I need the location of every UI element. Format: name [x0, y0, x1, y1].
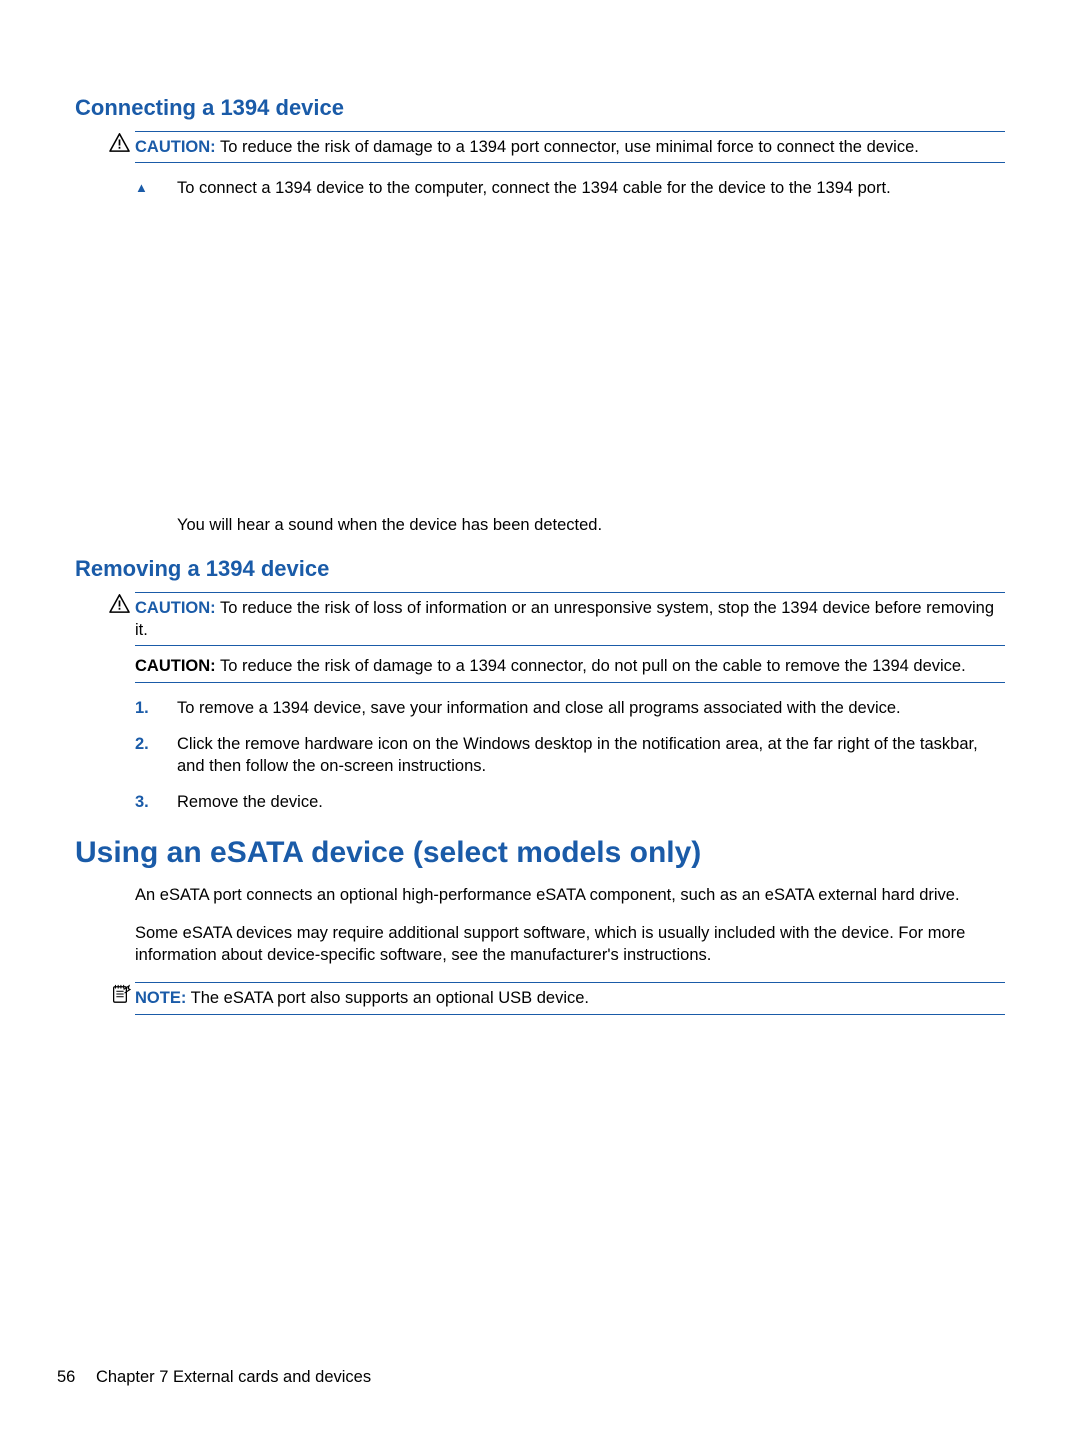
note-label: NOTE:	[135, 989, 186, 1007]
caution-text-body: To reduce the risk of loss of informatio…	[135, 599, 994, 639]
step-text: Click the remove hardware icon on the Wi…	[177, 733, 1005, 778]
caution-label: CAUTION:	[135, 657, 216, 675]
procedure-step: 3. Remove the device.	[135, 791, 1005, 813]
image-placeholder	[75, 214, 1005, 514]
page-footer: 56 Chapter 7 External cards and devices	[57, 1368, 371, 1387]
caution-text-body: To reduce the risk of damage to a 1394 c…	[220, 657, 966, 675]
heading-connecting-1394: Connecting a 1394 device	[75, 95, 1005, 121]
note-icon	[109, 984, 131, 1006]
caution-callout: CAUTION: To reduce the risk of damage to…	[135, 645, 1005, 682]
caution-label: CAUTION:	[135, 138, 216, 156]
caution-icon	[109, 133, 131, 155]
caution-label: CAUTION:	[135, 599, 216, 617]
post-image-text: You will hear a sound when the device ha…	[177, 514, 1005, 536]
step-text: To remove a 1394 device, save your infor…	[177, 697, 1005, 719]
heading-removing-1394: Removing a 1394 device	[75, 556, 1005, 582]
body-paragraph: Some eSATA devices may require additiona…	[135, 922, 1005, 967]
procedure-list: ▲ To connect a 1394 device to the comput…	[135, 177, 1005, 199]
procedure-ordered-list: 1. To remove a 1394 device, save your in…	[135, 697, 1005, 814]
step-number: 1.	[135, 697, 177, 719]
caution-text-body: To reduce the risk of damage to a 1394 p…	[220, 138, 919, 156]
heading-using-esata: Using an eSATA device (select models onl…	[75, 836, 1005, 870]
note-callout: NOTE: The eSATA port also supports an op…	[135, 982, 1005, 1014]
step-text: Remove the device.	[177, 791, 1005, 813]
step-number: 3.	[135, 791, 177, 813]
procedure-step: ▲ To connect a 1394 device to the comput…	[135, 177, 1005, 199]
triangle-bullet-icon: ▲	[135, 177, 177, 199]
procedure-step: 2. Click the remove hardware icon on the…	[135, 733, 1005, 778]
caution-callout: CAUTION: To reduce the risk of loss of i…	[135, 592, 1005, 647]
note-text-body: The eSATA port also supports an optional…	[191, 989, 589, 1007]
caution-icon	[109, 594, 131, 616]
step-number: 2.	[135, 733, 177, 778]
caution-callout: CAUTION: To reduce the risk of damage to…	[135, 131, 1005, 163]
page-number: 56	[57, 1368, 75, 1386]
procedure-step-text: To connect a 1394 device to the computer…	[177, 177, 1005, 199]
chapter-title: Chapter 7 External cards and devices	[96, 1368, 371, 1386]
procedure-step: 1. To remove a 1394 device, save your in…	[135, 697, 1005, 719]
body-paragraph: An eSATA port connects an optional high-…	[135, 884, 1005, 906]
